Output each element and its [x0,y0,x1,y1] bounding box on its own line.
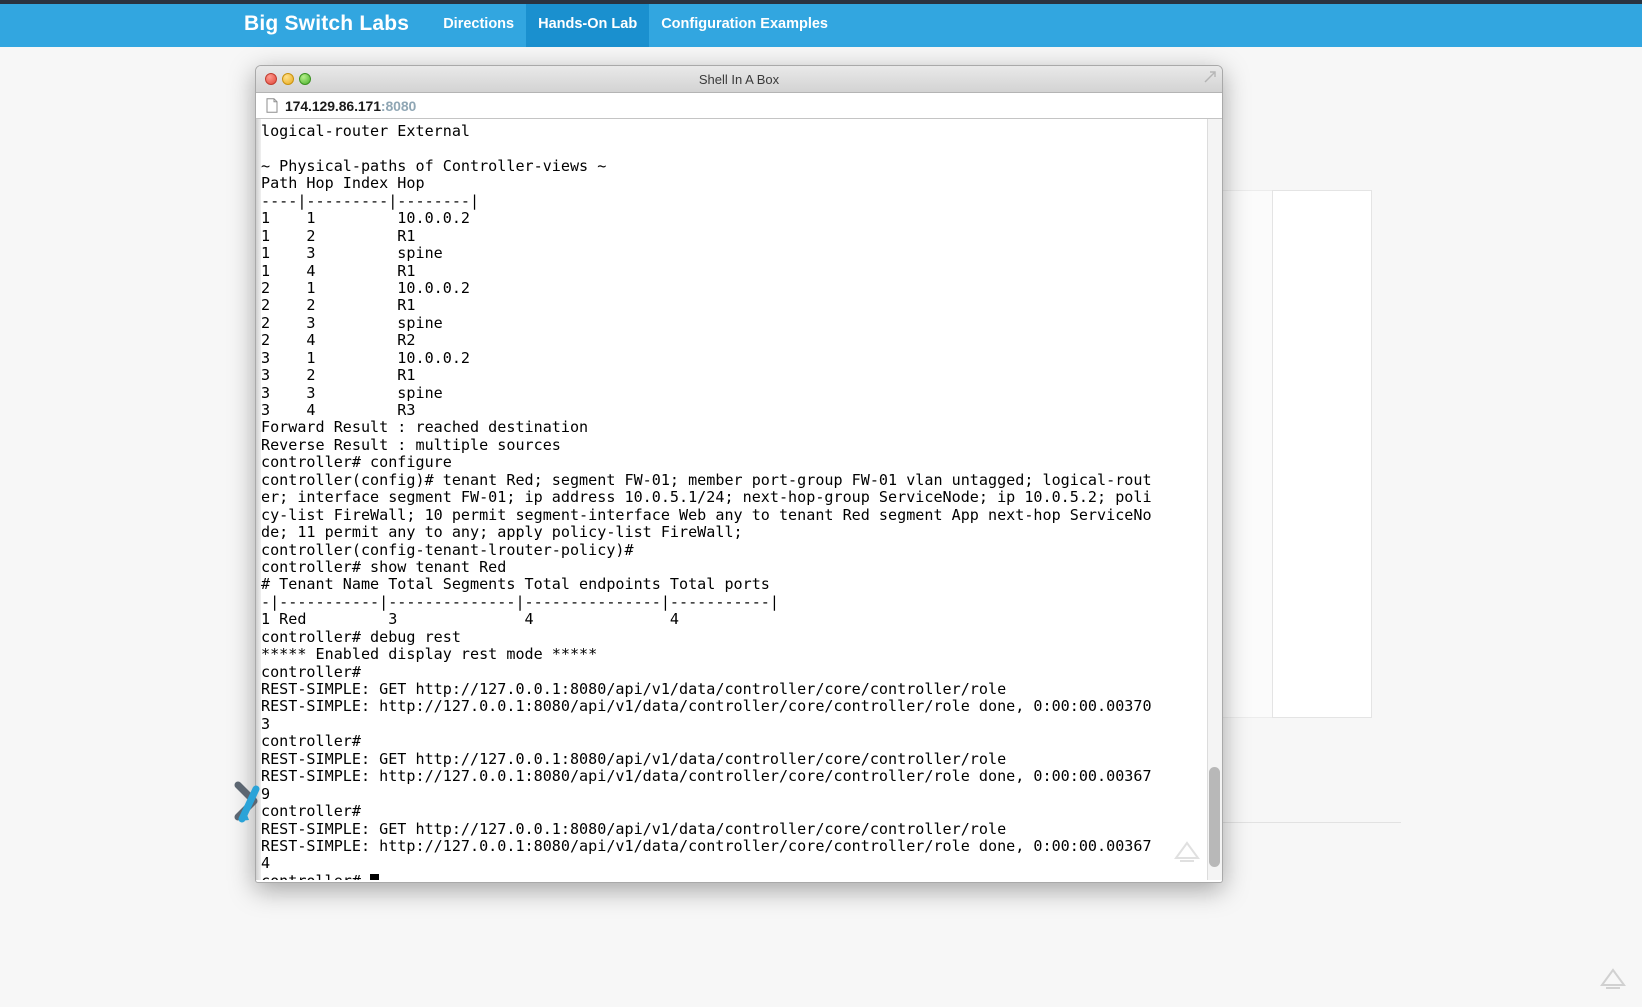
terminal-line: cy-list FireWall; 10 permit segment-inte… [261,505,1152,524]
terminal-line: REST-SIMPLE: GET http://127.0.0.1:8080/a… [261,680,1007,698]
nav-item-configuration-examples[interactable]: Configuration Examples [649,0,840,47]
window-title-bar[interactable]: Shell In A Box [256,66,1222,93]
terminal-line: 2 1 10.0.0.2 [261,278,471,297]
terminal-scrollbar[interactable] [1207,119,1222,880]
background-panel-right [1272,190,1372,718]
terminal-line: controller# configure [261,453,452,472]
terminal-line: 3 1 10.0.0.2 [261,348,471,367]
terminal-line: ~ Physical-paths of Controller-views ~ [261,156,607,175]
terminal-line: controller# debug rest [261,627,461,646]
terminal-line: controller# [261,732,361,751]
terminal-output[interactable]: logical-router External ~ Physical-paths … [261,119,1201,880]
terminal-line: REST-SIMPLE: http://127.0.0.1:8080/api/v… [261,836,1152,855]
terminal-line: 3 3 spine [261,383,443,402]
terminal-line: REST-SIMPLE: GET http://127.0.0.1:8080/a… [261,749,1007,768]
terminal-line: ***** Enabled display rest mode ***** [261,645,598,664]
terminal-line: 1 3 spine [261,244,443,263]
terminal-viewport[interactable]: logical-router External ~ Physical-paths … [256,119,1222,880]
terminal-prompt-line: controller# [261,872,1201,880]
nav-item-directions[interactable]: Directions [431,0,526,47]
terminal-line: 2 2 R1 [261,296,416,315]
terminal-line: controller# [261,662,361,681]
terminal-line: ----|---------|--------| [261,191,480,210]
window-expand-icon[interactable] [1204,71,1216,83]
terminal-line: 2 4 R2 [261,331,416,350]
terminal-line: 9 [261,784,271,803]
terminal-line: 3 2 R1 [261,366,416,385]
terminal-line: controller(config-tenant-lrouter-policy)… [261,540,634,559]
terminal-line: REST-SIMPLE: http://127.0.0.1:8080/api/v… [261,697,1152,716]
address-port: :8080 [380,97,417,114]
top-navigation-bar: Big Switch Labs Directions Hands-On Lab … [0,0,1642,47]
terminal-cursor [370,873,380,880]
nav-item-hands-on-lab[interactable]: Hands-On Lab [526,0,650,47]
background-divider [1209,822,1401,823]
terminal-line: # Tenant Name Total Segments Total endpo… [261,575,770,594]
terminal-line: 2 3 spine [261,313,443,332]
address-bar-value: 174.129.86.171:8080 [285,98,416,114]
resize-grip-icon[interactable] [1600,967,1626,991]
brand-title: Big Switch Labs [244,11,410,35]
terminal-line: controller(config)# tenant Red; segment … [261,470,1152,489]
window-title: Shell In A Box [698,71,780,87]
terminal-line: 3 [261,714,271,733]
shell-in-a-box-window: Shell In A Box 174.129.86.171:8080 logic… [255,65,1223,883]
terminal-line: logical-router External [261,122,471,140]
address-host: 174.129.86.171 [285,97,381,114]
terminal-line: controller# show tenant Red [261,557,507,576]
terminal-line: 1 4 R1 [261,261,416,280]
terminal-line: Reverse Result : multiple sources [261,435,561,454]
terminal-line: controller# [261,802,361,821]
terminal-prompt: controller# [261,872,370,880]
terminal-line: Forward Result : reached destination [261,418,589,437]
terminal-line: 3 4 R3 [261,401,416,419]
terminal-line: Path Hop Index Hop [261,174,425,193]
terminal-line: 1 1 10.0.0.2 [261,209,471,228]
terminal-resize-grip-icon[interactable] [1174,840,1200,864]
terminal-line: 4 [261,854,271,873]
terminal-line: de; 11 permit any to any; apply policy-l… [261,523,743,542]
address-bar[interactable]: 174.129.86.171:8080 [256,93,1222,119]
terminal-line: 1 Red 3 4 4 [261,610,680,629]
terminal-scrollbar-thumb[interactable] [1209,767,1220,867]
terminal-line: -|-----------|--------------|-----------… [261,592,779,611]
background-panel-left [1222,190,1272,718]
terminal-line: 1 2 R1 [261,226,416,245]
terminal-line: REST-SIMPLE: http://127.0.0.1:8080/api/v… [261,767,1152,786]
terminal-line: er; interface segment FW-01; ip address … [261,488,1152,507]
terminal-line: REST-SIMPLE: GET http://127.0.0.1:8080/a… [261,819,1007,838]
document-icon [266,98,278,113]
